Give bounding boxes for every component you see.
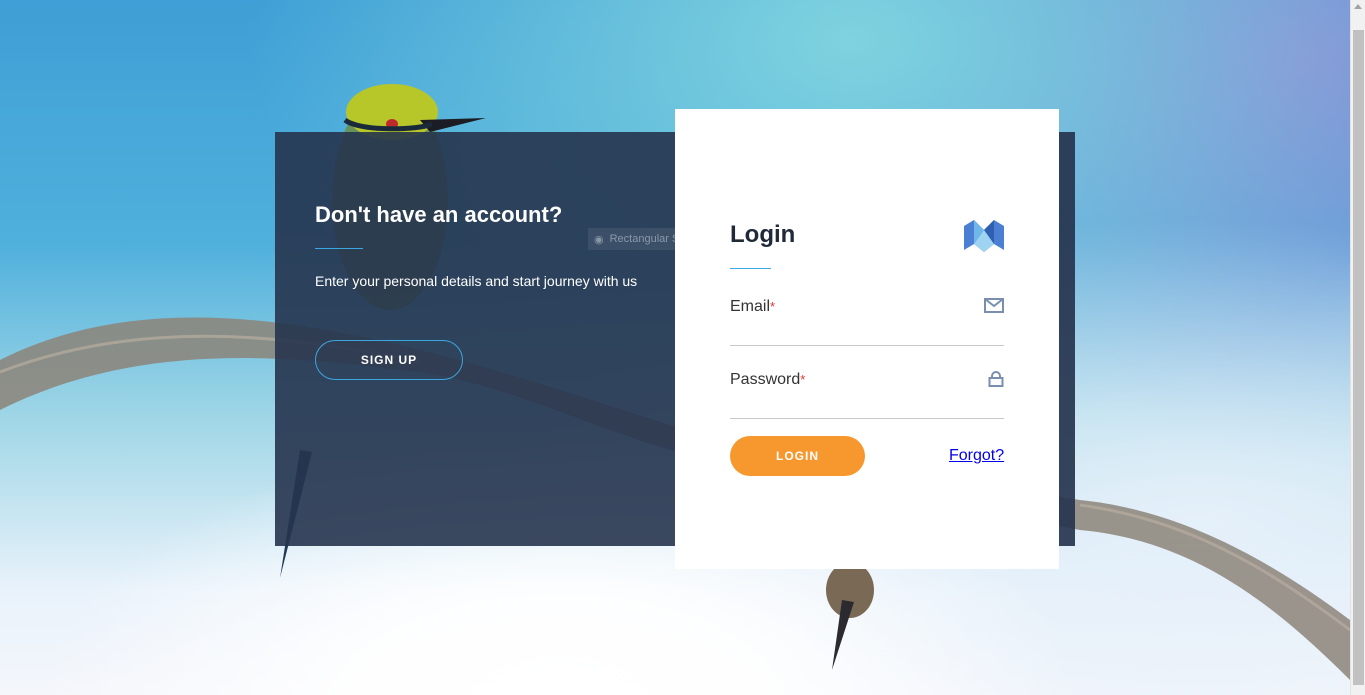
lock-icon	[988, 371, 1004, 387]
signup-title-underline	[315, 248, 363, 249]
password-input[interactable]	[730, 399, 1004, 419]
email-label: Email*	[730, 298, 776, 315]
snip-icon: ◉	[594, 233, 604, 246]
panel-edge	[1059, 132, 1075, 546]
scroll-up-arrow-icon[interactable]	[1354, 4, 1362, 9]
m-logo-icon	[964, 220, 1004, 252]
email-underline	[730, 345, 1004, 346]
login-button[interactable]: LOGIN	[730, 436, 865, 476]
signup-description: Enter your personal details and start jo…	[315, 273, 638, 289]
password-underline	[730, 418, 1004, 419]
login-title: Login	[730, 221, 796, 248]
signup-panel: Don't have an account? Enter your person…	[275, 132, 675, 546]
sign-up-button[interactable]: SIGN UP	[315, 340, 463, 380]
required-asterisk: *	[770, 299, 776, 314]
signup-title: Don't have an account?	[315, 202, 563, 227]
scrollbar-thumb[interactable]	[1353, 30, 1364, 685]
password-label: Password*	[730, 371, 806, 388]
vertical-scrollbar[interactable]	[1350, 0, 1365, 695]
required-asterisk: *	[800, 372, 806, 387]
login-card: Login Email* Password* LOGIN Forgot?	[675, 109, 1059, 569]
password-field: Password*	[730, 359, 1004, 419]
forgot-password-link[interactable]: Forgot?	[949, 447, 1004, 465]
mail-icon	[984, 298, 1004, 313]
email-field: Email*	[730, 286, 1004, 346]
email-input[interactable]	[730, 326, 1004, 346]
login-title-underline	[730, 268, 771, 269]
